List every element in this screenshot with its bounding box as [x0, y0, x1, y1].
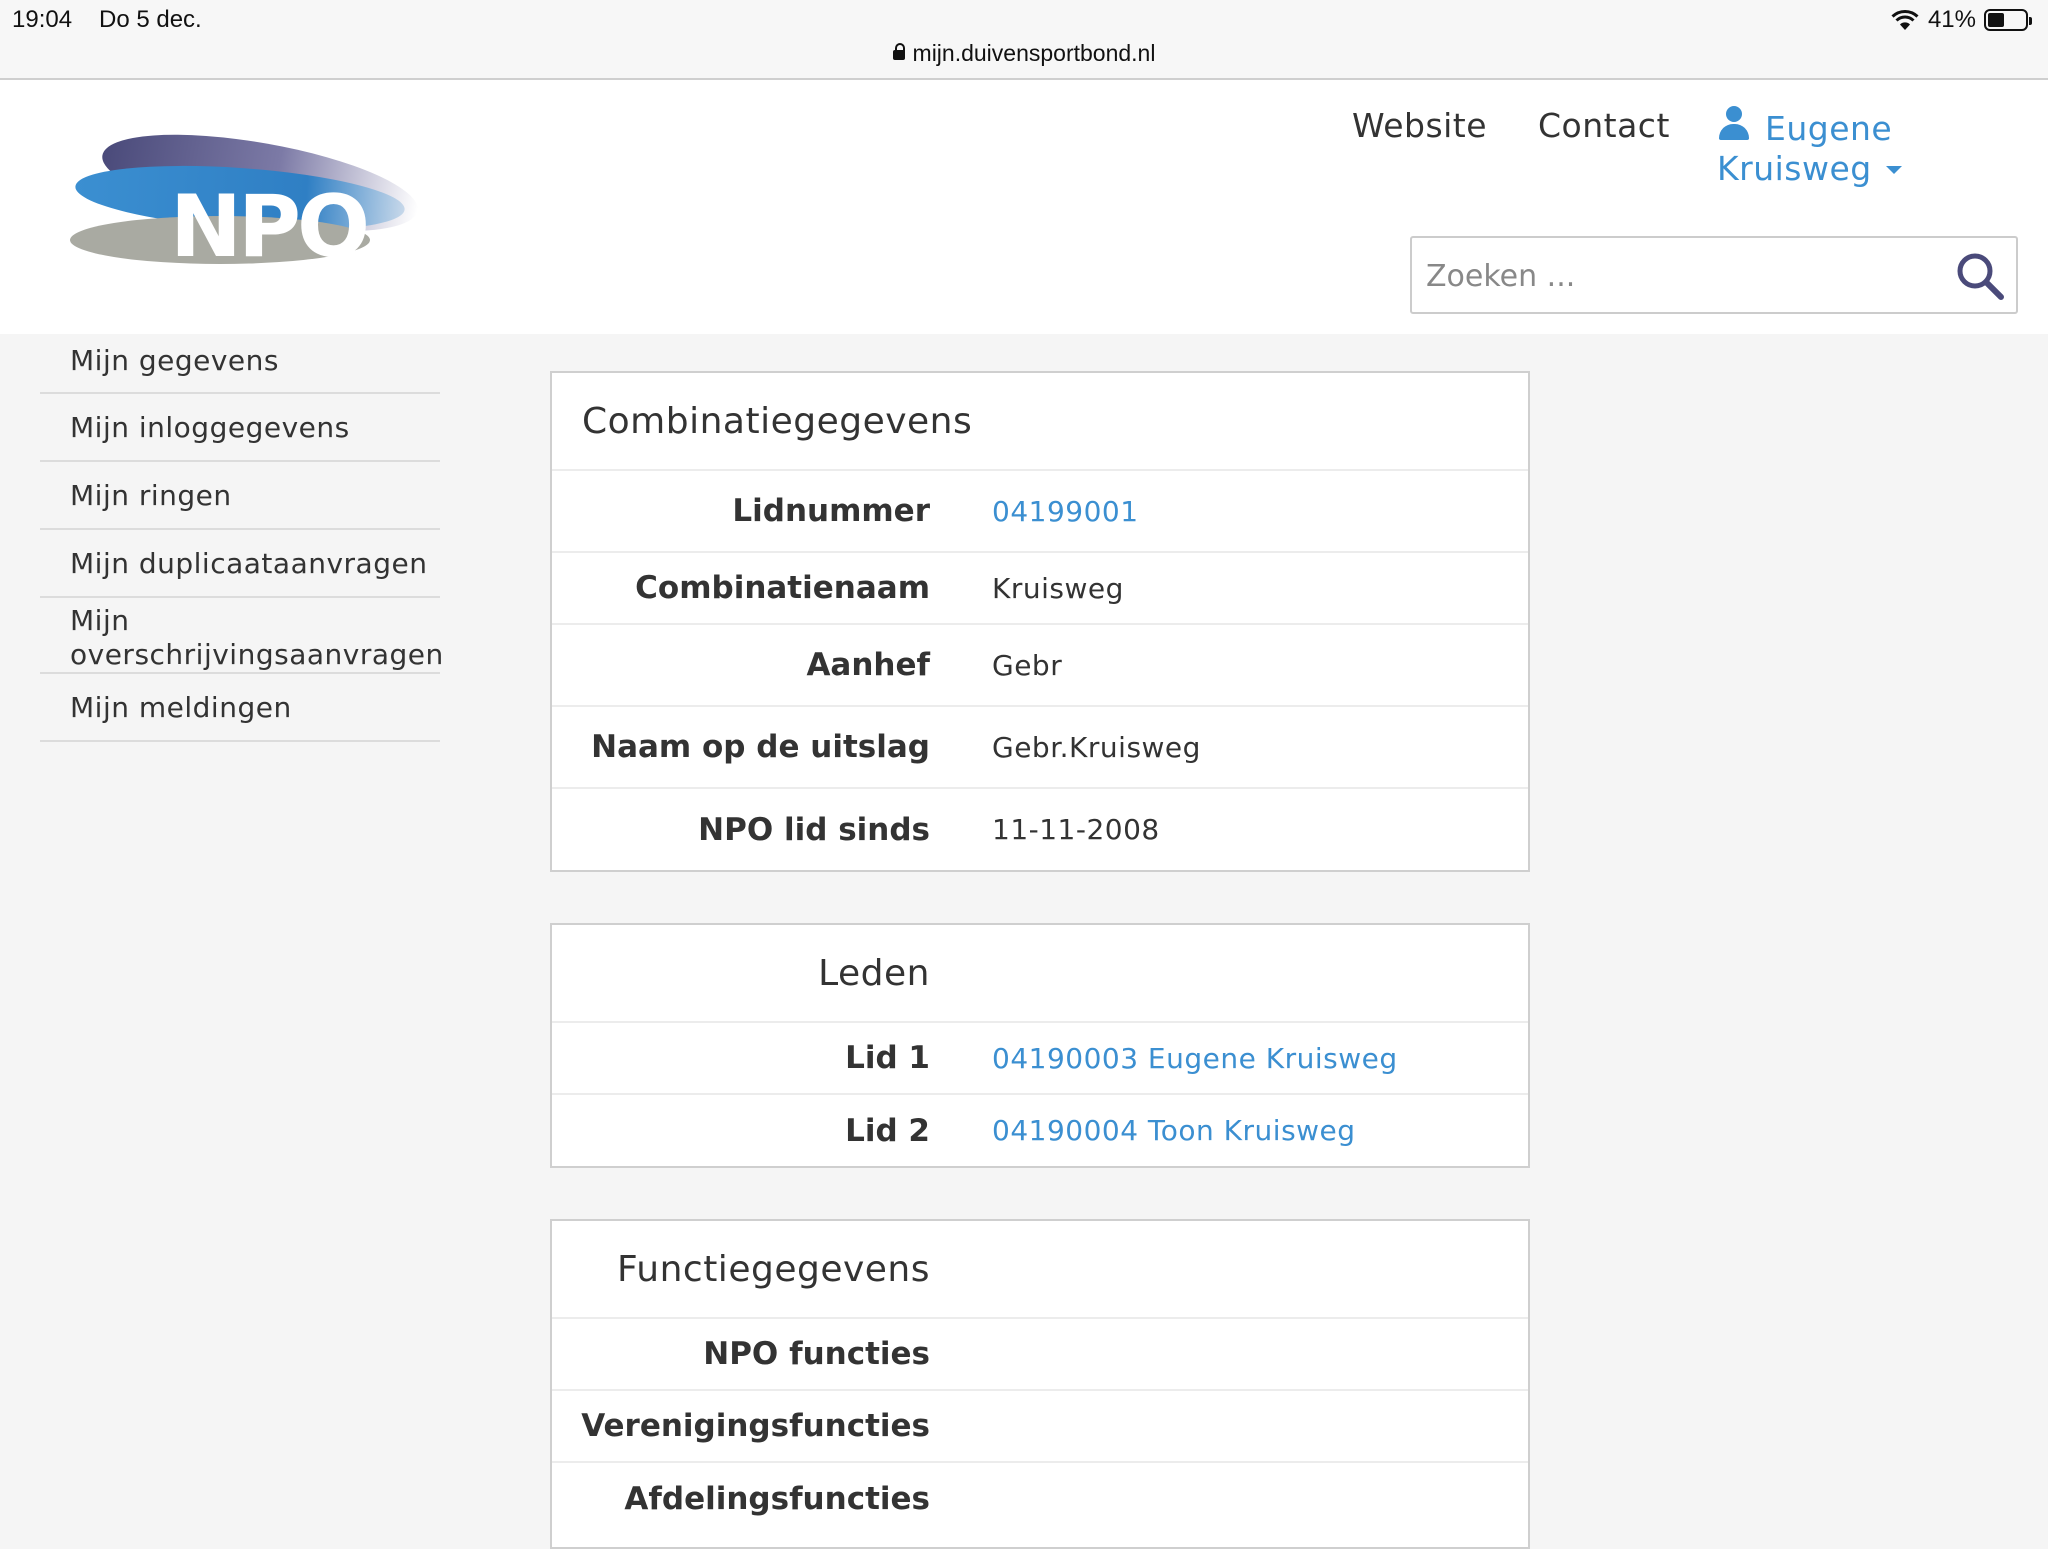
field-label: Aanhef [806, 647, 930, 683]
sidebar: Mijn gegevens Mijn inloggegevens Mijn ri… [40, 334, 444, 742]
sidebar-item-label: Mijn duplicaataanvragen [70, 547, 428, 580]
table-row: Lid 1 04190003 Eugene Kruisweg [552, 1023, 1528, 1095]
user-last-name: Kruisweg [1717, 149, 1872, 188]
address-bar[interactable]: mijn.duivensportbond.nl [0, 40, 2048, 67]
field-value: 11-11-2008 [992, 813, 1160, 846]
table-row: Lidnummer 04199001 [552, 471, 1528, 553]
wifi-icon [1891, 9, 1919, 30]
combinatie-title: Combinatiegegevens [552, 373, 1528, 471]
npo-logo[interactable]: NPO [70, 128, 444, 268]
field-label: NPO lid sinds [698, 811, 930, 848]
field-label: Combinatienaam [635, 570, 930, 606]
status-right: 41% [1890, 6, 2032, 34]
nav-contact-link[interactable]: Contact [1538, 106, 1670, 145]
site-header: NPO Website Contact Eugene Kruisweg [0, 80, 2048, 334]
status-date: Do 5 dec. [99, 6, 202, 33]
field-value: Gebr.Kruisweg [992, 730, 1201, 764]
sidebar-item-label: Mijn meldingen [70, 691, 292, 724]
field-label: Lid 2 [845, 1112, 930, 1149]
table-row: NPO lid sinds 11-11-2008 [552, 789, 1528, 870]
lidnummer-link[interactable]: 04199001 [992, 495, 1139, 528]
field-value: Gebr [992, 648, 1063, 682]
table-row: NPO functies [552, 1319, 1528, 1391]
sidebar-item-label: Mijn inloggegevens [70, 411, 350, 444]
sidebar-item-mijn-gegevens[interactable]: Mijn gegevens [40, 334, 440, 394]
field-label: Lid 1 [845, 1040, 930, 1076]
sidebar-item-label: Mijn [70, 604, 130, 637]
functies-panel: Functiegegevens NPO functies Verenigings… [550, 1219, 1530, 1549]
battery-icon [1984, 9, 2032, 31]
sidebar-item-mijn-meldingen[interactable]: Mijn meldingen [40, 674, 440, 742]
sidebar-item-label: Mijn gegevens [70, 344, 279, 377]
field-label: Lidnummer [732, 493, 930, 529]
sidebar-item-mijn-inloggegevens[interactable]: Mijn inloggegevens [40, 394, 440, 462]
sidebar-item-label-line2: overschrijvingsaanvragen [70, 638, 444, 671]
status-bar: 19:04 Do 5 dec. mijn.duivensportbond.nl … [0, 0, 2048, 80]
sidebar-item-mijn-ringen[interactable]: Mijn ringen [40, 462, 440, 530]
sidebar-item-label: Mijn ringen [70, 479, 232, 512]
logo-text: NPO [170, 177, 366, 268]
user-icon [1717, 106, 1751, 142]
leden-panel: Leden Lid 1 04190003 Eugene Kruisweg Lid… [550, 923, 1530, 1168]
leden-title: Leden [552, 925, 930, 1023]
functies-title: Functiegegevens [552, 1221, 930, 1319]
table-row: Afdelingsfuncties [552, 1463, 1528, 1535]
combinatie-panel: Combinatiegegevens Lidnummer 04199001 Co… [550, 371, 1530, 872]
table-row: Aanhef Gebr [552, 625, 1528, 707]
status-time: 19:04 [12, 6, 73, 33]
search-icon[interactable] [1954, 250, 2006, 302]
lock-icon [892, 43, 905, 60]
field-label: Verenigingsfuncties [581, 1408, 930, 1444]
field-value: Kruisweg [992, 571, 1124, 605]
lid-1-link[interactable]: 04190003 Eugene Kruisweg [992, 1042, 1398, 1075]
user-menu[interactable]: Eugene Kruisweg [1717, 106, 1927, 189]
table-row: Verenigingsfuncties [552, 1391, 1528, 1463]
search-box [1410, 236, 2018, 314]
table-row: Naam op de uitslag Gebr.Kruisweg [552, 707, 1528, 789]
lid-2-link[interactable]: 04190004 Toon Kruisweg [992, 1114, 1356, 1147]
table-row: Lid 2 04190004 Toon Kruisweg [552, 1095, 1528, 1166]
table-row: Combinatienaam Kruisweg [552, 553, 1528, 625]
search-input[interactable] [1424, 238, 1948, 314]
field-label: Afdelingsfuncties [624, 1481, 930, 1517]
user-first-name: Eugene [1765, 109, 1893, 148]
sidebar-item-mijn-overschrijvingsaanvragen[interactable]: Mijn overschrijvingsaanvragen [40, 598, 444, 674]
battery-percentage: 41% [1927, 6, 1976, 33]
caret-down-icon [1885, 166, 1902, 174]
nav-website-link[interactable]: Website [1352, 106, 1487, 145]
field-label: NPO functies [703, 1336, 930, 1372]
sidebar-item-mijn-duplicaataanvragen[interactable]: Mijn duplicaataanvragen [40, 530, 440, 598]
address-url: mijn.duivensportbond.nl [912, 40, 1156, 66]
field-label: Naam op de uitslag [591, 729, 930, 765]
